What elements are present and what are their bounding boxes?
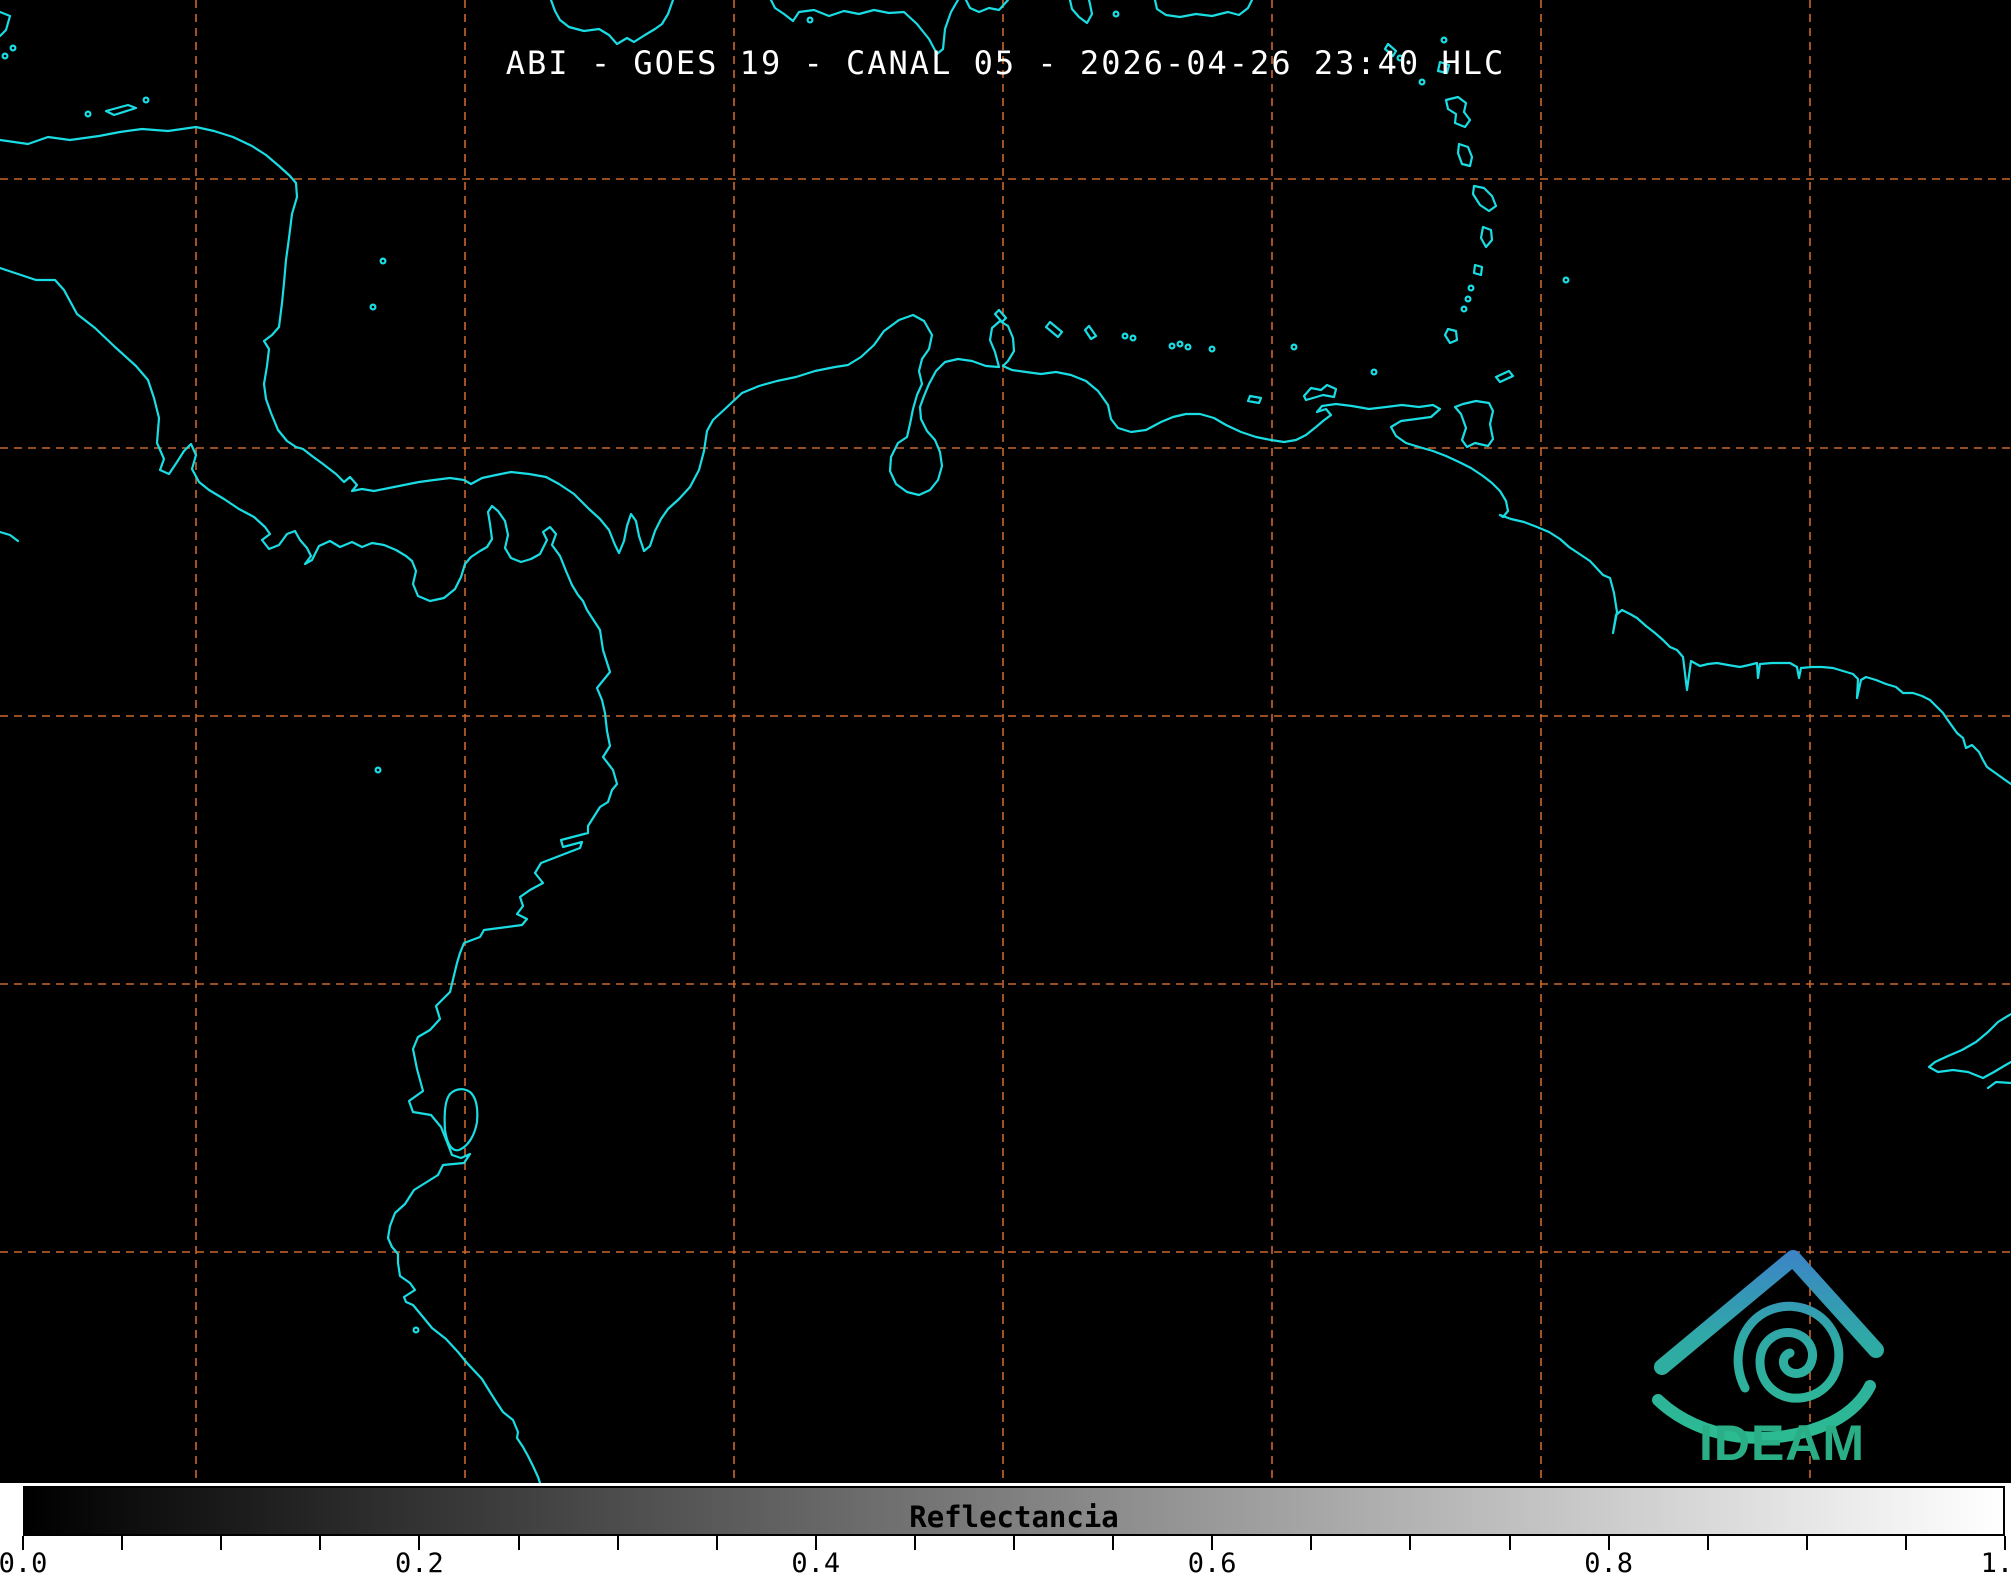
colorbar-gradient: Reflectancia xyxy=(23,1486,2005,1536)
islet-dot xyxy=(1186,345,1191,350)
islet-dot xyxy=(381,259,386,264)
islet-dot xyxy=(1210,347,1215,352)
coastline-lesser-antilles xyxy=(1385,44,1513,382)
colorbar-tick xyxy=(319,1536,321,1550)
islet-dot xyxy=(1114,12,1119,17)
coastline-margarita xyxy=(1304,385,1336,400)
coastline-belize-corner xyxy=(0,12,10,36)
colorbar-tick xyxy=(617,1536,619,1550)
logo-hurricane-spiral xyxy=(1738,1306,1839,1398)
colorbar-tick xyxy=(121,1536,123,1550)
islet-dot xyxy=(1178,342,1183,347)
coastline-puerto-rico xyxy=(1155,0,1252,17)
coastline-puna-island xyxy=(445,1089,478,1150)
coastline-bay-islands xyxy=(106,105,136,115)
ideam-logo-icon xyxy=(1658,1258,1876,1438)
colorbar-tick-label: 0.4 xyxy=(771,1548,861,1577)
latlon-gridlines xyxy=(0,0,2011,1483)
colorbar-tick-label: 0.8 xyxy=(1564,1548,1654,1577)
coastline-jamaica xyxy=(551,0,673,44)
colorbar-tick xyxy=(1409,1536,1411,1550)
islet-dot xyxy=(1462,307,1467,312)
islet-dot xyxy=(376,768,381,773)
colorbar-tick xyxy=(1013,1536,1015,1550)
colorbar-tick xyxy=(1707,1536,1709,1550)
islet-dot xyxy=(414,1328,419,1333)
colorbar-tick-label: 0.0 xyxy=(0,1548,68,1577)
coastline-left-edge-fragment xyxy=(0,532,18,541)
coastline-central-america-caribbean xyxy=(0,127,2011,784)
image-title: ABI - GOES 19 - CANAL 05 - 2026-04-26 23… xyxy=(0,44,2011,82)
coastline-abc-islands xyxy=(995,310,1261,403)
small-islets xyxy=(3,12,1569,1333)
colorbar-tick xyxy=(1310,1536,1312,1550)
islet-dot xyxy=(1372,370,1377,375)
islet-dot xyxy=(86,112,91,117)
map-canvas xyxy=(0,0,2011,1483)
colorbar-tick xyxy=(914,1536,916,1550)
colorbar-tick-label: 0.6 xyxy=(1167,1548,1257,1577)
colorbar-tick xyxy=(518,1536,520,1550)
coastline-amazon-mouth xyxy=(1929,1014,2011,1088)
colorbar-tick xyxy=(1112,1536,1114,1550)
islet-dot xyxy=(1564,278,1569,283)
colorbar-tick xyxy=(1905,1536,1907,1550)
satellite-image-viewport: ABI - GOES 19 - CANAL 05 - 2026-04-26 23… xyxy=(0,0,2011,1577)
coastline-trinidad xyxy=(1455,401,1493,447)
islet-dot xyxy=(1466,297,1471,302)
islet-dot xyxy=(1292,345,1297,350)
colorbar-tick xyxy=(716,1536,718,1550)
islet-dot xyxy=(144,98,149,103)
colorbar-tick xyxy=(220,1536,222,1550)
colorbar-label: Reflectancia xyxy=(25,1500,2003,1534)
colorbar-tick-label: 0.2 xyxy=(374,1548,464,1577)
islet-dot xyxy=(1442,38,1447,43)
colorbar-tick xyxy=(1509,1536,1511,1550)
islet-dot xyxy=(1469,286,1474,291)
islet-dot xyxy=(1123,334,1128,339)
islet-dot xyxy=(808,18,813,23)
islet-dot xyxy=(371,305,376,310)
islet-dot xyxy=(1170,344,1175,349)
colorbar-tick-label: 1.0 xyxy=(1960,1548,2011,1577)
ideam-logo-text: IDEAM xyxy=(1682,1414,1882,1472)
coastline-pacific-south-america xyxy=(0,268,617,1483)
colorbar: Reflectancia xyxy=(0,1483,2011,1577)
colorbar-tick xyxy=(1806,1536,1808,1550)
islet-dot xyxy=(1131,336,1136,341)
